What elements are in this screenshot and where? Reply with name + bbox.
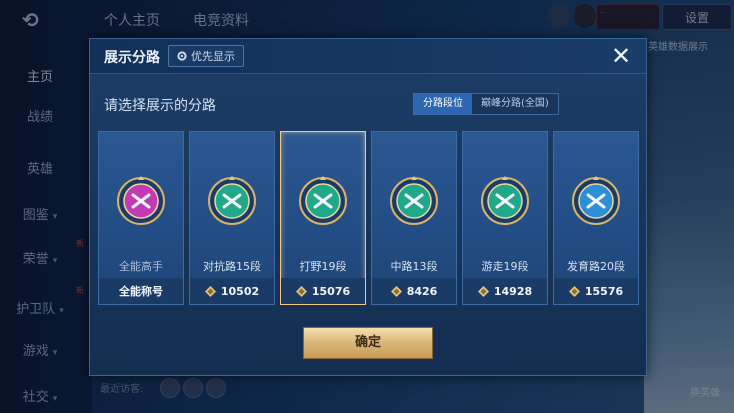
allround-badge-icon bbox=[117, 176, 165, 225]
lane-score-value: 14928 bbox=[493, 284, 533, 298]
battle-points-icon bbox=[390, 285, 402, 297]
lane-display-dialog: 展示分路 优先显示 ✕ 请选择展示的分路 分路段位 巅峰分路(全国) 全能高手全… bbox=[89, 38, 647, 376]
tab-peak-lane[interactable]: 巅峰分路(全国) bbox=[472, 94, 558, 114]
dialog-subtitle: 请选择展示的分路 bbox=[104, 98, 216, 114]
battle-points-icon bbox=[477, 285, 489, 297]
lane-name: 打野19段 bbox=[299, 260, 347, 273]
lane-score-value: 10502 bbox=[220, 284, 260, 298]
lane-score: 15576 bbox=[554, 278, 638, 304]
lane-score: 全能称号 bbox=[99, 278, 183, 304]
clash-lane-badge-icon bbox=[208, 176, 256, 225]
battle-points-icon bbox=[204, 285, 216, 297]
close-button[interactable]: ✕ bbox=[606, 41, 636, 71]
tab-lane-rank[interactable]: 分路段位 bbox=[414, 94, 472, 114]
lane-name: 游走19段 bbox=[481, 260, 529, 273]
lane-score: 15076 bbox=[281, 278, 365, 304]
farm-lane-badge-icon bbox=[572, 176, 620, 225]
lane-score: 14928 bbox=[463, 278, 547, 304]
confirm-button[interactable]: 确定 bbox=[303, 327, 433, 359]
battle-points-icon bbox=[568, 285, 580, 297]
lane-tabs: 分路段位 巅峰分路(全国) bbox=[413, 93, 559, 115]
dialog-header: 展示分路 优先显示 ✕ bbox=[90, 39, 646, 74]
mid-lane-badge-icon bbox=[390, 176, 438, 225]
lane-score-value: 15576 bbox=[584, 284, 624, 298]
lane-name: 全能高手 bbox=[119, 260, 163, 273]
lane-card[interactable]: 游走19段 14928 bbox=[462, 131, 548, 305]
lane-score: 10502 bbox=[190, 278, 274, 304]
gear-icon bbox=[177, 51, 187, 61]
lane-card[interactable]: 全能高手 全能称号 bbox=[98, 131, 184, 305]
battle-points-icon bbox=[295, 285, 307, 297]
lane-card[interactable]: 对抗路15段 10502 bbox=[189, 131, 275, 305]
lane-score-value: 15076 bbox=[311, 284, 351, 298]
roam-badge-icon bbox=[481, 176, 529, 225]
lane-score: 8426 bbox=[372, 278, 456, 304]
lane-card[interactable]: 中路13段 8426 bbox=[371, 131, 457, 305]
lane-score-value: 全能称号 bbox=[119, 285, 163, 298]
priority-display-label: 优先显示 bbox=[191, 50, 235, 63]
dialog-title: 展示分路 bbox=[104, 50, 160, 66]
lane-name: 对抗路15段 bbox=[203, 260, 261, 273]
lane-card[interactable]: 打野19段 15076 bbox=[280, 131, 366, 305]
lane-name: 中路13段 bbox=[390, 260, 438, 273]
priority-display-button[interactable]: 优先显示 bbox=[168, 45, 244, 67]
lane-score-value: 8426 bbox=[406, 284, 438, 298]
lane-name: 发育路20段 bbox=[567, 260, 625, 273]
lane-card[interactable]: 发育路20段 15576 bbox=[553, 131, 639, 305]
jungle-badge-icon bbox=[299, 176, 347, 225]
